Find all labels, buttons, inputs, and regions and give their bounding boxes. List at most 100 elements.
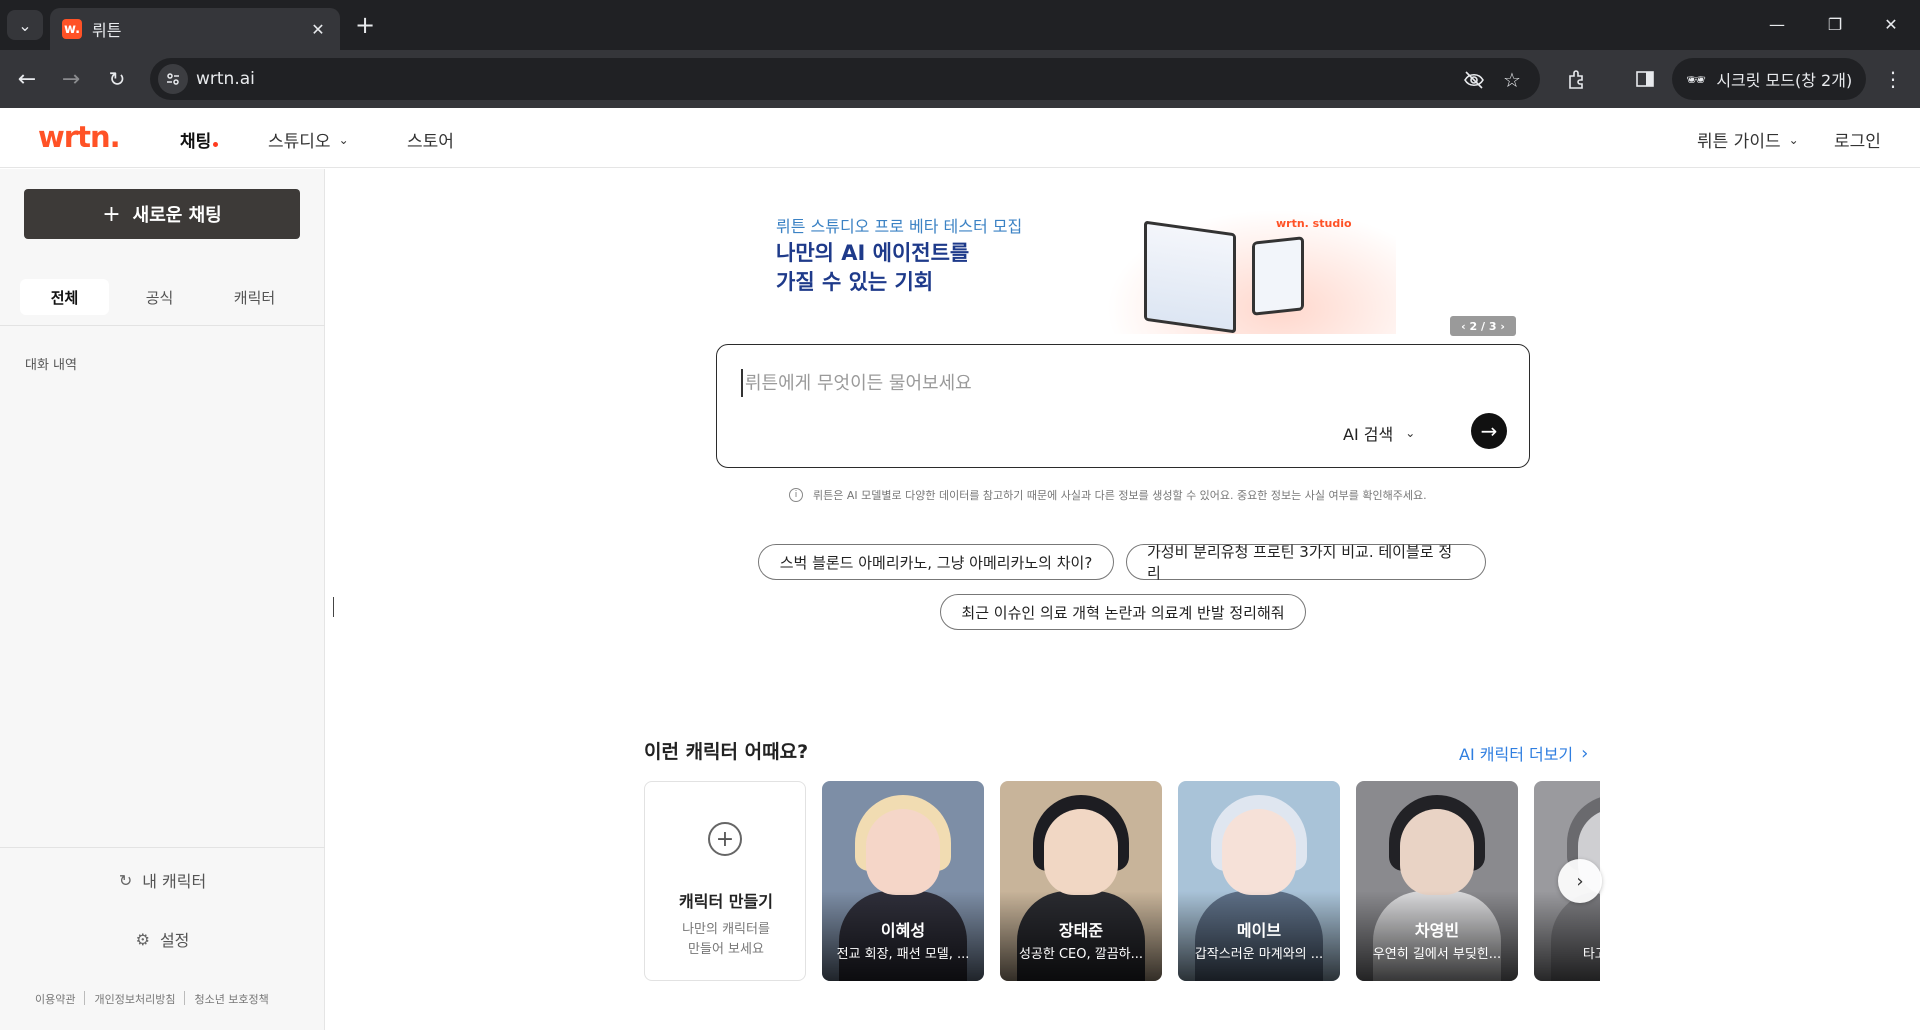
banner-pager[interactable]: ‹ 2 / 3 › — [1450, 316, 1516, 336]
my-character-label: 내 캐릭터 — [142, 872, 207, 891]
separator — [84, 991, 86, 1005]
privacy-link[interactable]: 개인정보처리방침 — [94, 991, 175, 1007]
more-menu-icon[interactable]: ⋮ — [1878, 64, 1908, 94]
separator — [184, 991, 186, 1005]
site-info-button[interactable] — [158, 64, 188, 94]
gear-icon: ⚙ — [135, 929, 150, 949]
active-dot — [213, 142, 219, 147]
wrtn-favicon-icon: w. — [62, 19, 82, 39]
new-chat-button[interactable]: + 새로운 채팅 — [24, 189, 300, 239]
disclaimer-text: 뤼튼은 AI 모델별로 다양한 데이터를 참고하기 때문에 사실과 다른 정보를… — [813, 489, 1427, 502]
banner-subtitle: 뤼튼 스튜디오 프로 베타 테스터 모집 — [776, 217, 1023, 236]
main-content: 뤼튼 스튜디오 프로 베타 테스터 모집 나만의 AI 에이전트를 가질 수 있… — [326, 169, 1920, 1030]
filter-official[interactable]: 공식 — [115, 279, 204, 315]
character-card[interactable]: 이혜성 전교 회장, 패션 모델, ... — [822, 781, 984, 981]
character-face — [1400, 809, 1474, 895]
guide-label: 뤼튼 가이드 — [1697, 132, 1781, 152]
character-card[interactable]: 장태준 성공한 CEO, 깔끔하... — [1000, 781, 1162, 981]
url-text: wrtn.ai — [196, 69, 255, 89]
login-button[interactable]: 로그인 — [1834, 127, 1881, 152]
guide-menu[interactable]: 뤼튼 가이드 ⌄ — [1697, 127, 1799, 152]
reload-button[interactable]: ↻ — [102, 64, 132, 94]
new-tab-button[interactable]: + — [352, 11, 378, 39]
character-card[interactable]: 차영빈 우연히 길에서 부딪힌... — [1356, 781, 1518, 981]
chevron-down-icon: ⌄ — [338, 132, 349, 147]
filter-all[interactable]: 전체 — [20, 279, 109, 315]
laptop-illustration — [1144, 220, 1236, 334]
minimize-button[interactable]: — — [1748, 0, 1806, 48]
ai-search-dropdown[interactable]: AI 검색 ⌄ — [1343, 421, 1415, 445]
nav-store[interactable]: 스토어 — [407, 127, 454, 152]
character-name: 차영빈 — [1414, 921, 1460, 940]
arrow-right-icon: → — [61, 66, 81, 92]
restore-button[interactable]: ❐ — [1806, 0, 1864, 48]
youth-policy-link[interactable]: 청소년 보호정책 — [194, 991, 268, 1007]
incognito-indicator[interactable]: 🕶 시크릿 모드(창 2개) — [1672, 58, 1866, 100]
star-icon[interactable]: ☆ — [1500, 68, 1524, 92]
browser-toolbar: ← → ↻ wrtn.ai ☆ 🕶 시크릿 모드(창 2개) ⋮ — [0, 50, 1920, 108]
tune-icon — [167, 73, 179, 85]
address-bar[interactable]: wrtn.ai ☆ — [150, 58, 1540, 100]
tab-search-button[interactable]: ⌄ — [7, 10, 43, 40]
terms-link[interactable]: 이용약관 — [35, 991, 75, 1007]
create-card-title: 캐릭터 만들기 — [679, 892, 773, 911]
eye-off-icon[interactable] — [1462, 68, 1486, 92]
forward-button[interactable]: → — [56, 64, 86, 94]
tab-close-icon[interactable]: ✕ — [308, 19, 328, 39]
back-button[interactable]: ← — [12, 64, 42, 94]
studio-logo: wrtn. studio — [1276, 217, 1352, 230]
chevron-right-icon: › — [1581, 742, 1589, 764]
character-name: 메이브 — [1236, 921, 1282, 940]
characters-section-title: 이런 캐릭터 어때요? — [644, 741, 809, 763]
create-card-desc: 나만의 캐릭터를 만들어 보세요 — [645, 920, 805, 960]
arrow-left-icon: ← — [17, 66, 37, 92]
incognito-label: 시크릿 모드(창 2개) — [1716, 71, 1853, 90]
nav-chat-label: 채팅 — [180, 132, 212, 152]
browser-tab-strip: ⌄ w. 뤼튼 ✕ + — ❐ ✕ — [0, 0, 1920, 50]
character-card[interactable]: 메이브갑작스러운 마계와의 ... — [1178, 781, 1340, 981]
nav-studio[interactable]: 스튜디오 ⌄ — [268, 127, 349, 152]
more-characters-label: AI 캐릭터 더보기 — [1459, 745, 1574, 764]
create-character-card[interactable]: + 캐릭터 만들기 나만의 캐릭터를 만들어 보세요 — [644, 781, 806, 981]
ai-search-label: AI 검색 — [1343, 425, 1394, 444]
close-window-button[interactable]: ✕ — [1862, 0, 1920, 48]
ask-box: AI 검색 ⌄ → — [716, 344, 1530, 468]
browser-tab[interactable]: w. 뤼튼 ✕ — [50, 8, 340, 50]
resize-handle[interactable] — [333, 597, 334, 617]
more-characters-link[interactable]: AI 캐릭터 더보기 › — [1459, 741, 1588, 765]
nav-chat[interactable]: 채팅 — [180, 127, 219, 152]
side-panel-icon[interactable] — [1630, 64, 1660, 94]
settings-link[interactable]: ⚙ 설정 — [0, 927, 325, 951]
nav-store-label: 스토어 — [407, 132, 454, 152]
ask-input[interactable] — [741, 369, 1481, 397]
sidebar: + 새로운 채팅 전체 공식 캐릭터 대화 내역 ↻ 내 캐릭터 ⚙ 설정 이용… — [0, 169, 325, 1030]
carousel-next-button[interactable]: › — [1558, 859, 1602, 903]
chat-filter-tabs: 전체 공식 캐릭터 — [20, 279, 305, 315]
banner-title-line1: 나만의 AI 에이전트를 — [776, 241, 970, 265]
suggestion-chip[interactable]: 스벅 블론드 아메리카노, 그냥 아메리카노의 차이? — [758, 544, 1114, 580]
wrtn-logo[interactable]: wrtn. — [38, 120, 121, 154]
chevron-down-icon: ⌄ — [18, 15, 32, 35]
extensions-icon[interactable] — [1562, 64, 1592, 94]
character-desc: 갑작스러운 마계와의 ... — [1194, 947, 1324, 962]
suggestion-chip[interactable]: 최근 이슈인 의료 개혁 논란과 의료계 반발 정리해줘 — [940, 594, 1306, 630]
chevron-right-icon: › — [1576, 870, 1584, 892]
history-label: 대화 내역 — [25, 358, 77, 373]
character-desc: 타고난 여... — [1582, 947, 1600, 962]
new-chat-label: 새로운 채팅 — [132, 205, 222, 226]
reload-icon: ↻ — [108, 67, 126, 91]
chevron-down-icon: ⌄ — [1788, 132, 1799, 147]
suggestion-chip[interactable]: 가성비 분리유청 프로틴 3가지 비교. 테이블로 정리 — [1126, 543, 1486, 582]
character-name: 이혜성 — [880, 921, 926, 940]
create-card-desc-line1: 나만의 캐릭터를 — [682, 922, 770, 937]
send-button[interactable]: → — [1471, 413, 1507, 449]
arrow-right-icon: → — [1480, 419, 1498, 443]
promo-banner[interactable]: 뤼튼 스튜디오 프로 베타 테스터 모집 나만의 AI 에이전트를 가질 수 있… — [776, 209, 1556, 334]
app-header: wrtn. 채팅 스튜디오 ⌄ 스토어 뤼튼 가이드 ⌄ 로그인 — [0, 108, 1920, 168]
filter-character[interactable]: 캐릭터 — [210, 279, 299, 315]
disclaimer: i 뤼튼은 AI 모델별로 다양한 데이터를 참고하기 때문에 사실과 다른 정… — [789, 487, 1427, 503]
my-character-link[interactable]: ↻ 내 캐릭터 — [0, 868, 325, 892]
banner-title: 나만의 AI 에이전트를 가질 수 있는 기회 — [776, 239, 969, 297]
info-icon: i — [789, 488, 803, 502]
tablet-illustration — [1252, 236, 1304, 316]
